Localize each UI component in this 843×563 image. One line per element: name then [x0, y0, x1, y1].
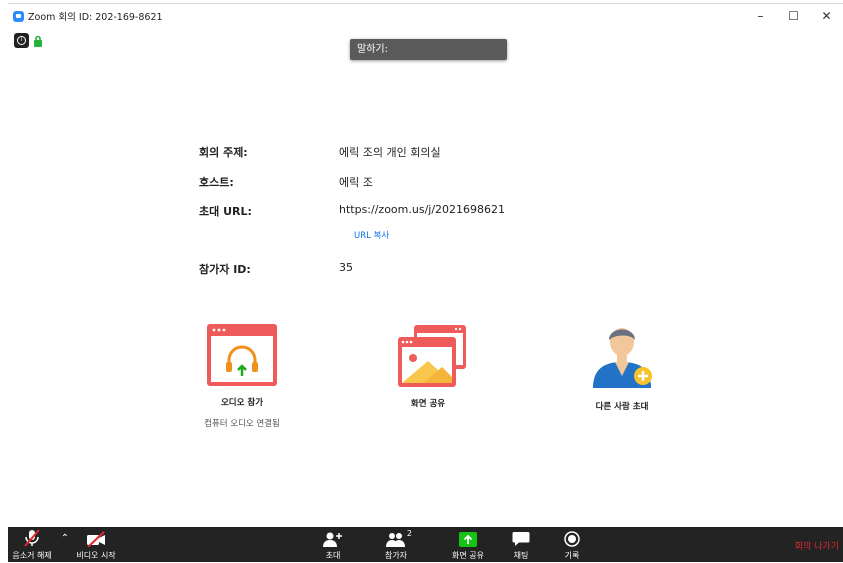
leave-meeting-button[interactable]: 회의 나가기: [795, 539, 839, 552]
invite-url-label: 초대 URL:: [199, 205, 252, 218]
lock-icon[interactable]: [33, 35, 43, 47]
join-audio-action[interactable]: 오디오 참가 컴퓨터 오디오 연결됨: [192, 322, 292, 429]
record-button[interactable]: 기록: [559, 527, 585, 562]
meeting-toolbar: 음소거 해제 ⌃ 비디오 시작 초대 2 참가자 화면 공유 채팅 기록 회의 …: [8, 527, 843, 562]
chat-bubble-icon: [512, 532, 530, 546]
unmute-label: 음소거 해제: [12, 551, 52, 560]
share-screen-action[interactable]: 화면 공유: [378, 323, 478, 409]
participant-id-value: 35: [339, 261, 353, 274]
participants-count-badge: 2: [406, 529, 412, 538]
minimize-button[interactable]: –: [744, 4, 777, 28]
invite-label: 초대: [325, 551, 341, 560]
start-video-button[interactable]: 비디오 시작: [74, 527, 118, 562]
invite-others-label: 다른 사람 초대: [595, 402, 649, 412]
host-label: 호스트:: [199, 176, 234, 189]
zoom-logo-icon: [13, 10, 24, 22]
participants-button[interactable]: 2 참가자: [378, 527, 414, 562]
chat-button[interactable]: 채팅: [508, 527, 534, 562]
invite-url-value: https://zoom.us/j/2021698621: [339, 203, 506, 216]
share-screen-button[interactable]: 화면 공유: [446, 527, 490, 562]
start-video-label: 비디오 시작: [76, 551, 116, 560]
invite-person-icon: [593, 328, 652, 388]
copy-url-link[interactable]: URL 복사: [354, 229, 389, 241]
maximize-button[interactable]: ☐: [777, 4, 810, 28]
topic-label: 회의 주제:: [199, 146, 248, 159]
topic-value: 에릭 조의 개인 회의실: [339, 146, 441, 159]
record-icon: [564, 531, 580, 547]
join-audio-label: 오디오 참가: [220, 398, 264, 408]
participant-id-label: 참가자 ID:: [199, 263, 251, 276]
meeting-status-icons: i: [14, 33, 43, 48]
share-arrow-icon: [459, 532, 477, 547]
audio-options-button[interactable]: ⌃: [58, 527, 72, 562]
host-value: 에릭 조: [339, 176, 373, 189]
headphones-icon: [207, 324, 277, 386]
speaking-indicator: 말하기:: [350, 39, 507, 60]
participants-icon: [386, 533, 405, 547]
video-off-icon: [87, 531, 105, 547]
chevron-up-icon: ⌃: [60, 533, 70, 544]
microphone-muted-icon: [24, 529, 40, 547]
invite-others-action[interactable]: 다른 사람 초대: [572, 320, 672, 412]
window-controls: – ☐ ✕: [744, 4, 843, 28]
chat-label: 채팅: [513, 551, 529, 560]
participants-label: 참가자: [384, 551, 408, 560]
add-person-icon: [323, 532, 342, 547]
share-screen-icon: [398, 325, 466, 387]
join-audio-status: 컴퓨터 오디오 연결됨: [204, 419, 280, 429]
share-screen-toolbar-label: 화면 공유: [452, 551, 484, 560]
zoom-window: Zoom 회의 ID: 202-169-8621 – ☐ ✕ i 말하기: 회의…: [8, 3, 843, 563]
invite-button[interactable]: 초대: [318, 527, 348, 562]
share-screen-label: 화면 공유: [410, 399, 446, 409]
meeting-info-icon[interactable]: i: [14, 33, 29, 48]
title-bar: Zoom 회의 ID: 202-169-8621 – ☐ ✕: [8, 4, 843, 28]
close-button[interactable]: ✕: [810, 4, 843, 28]
unmute-button[interactable]: 음소거 해제: [10, 527, 54, 562]
window-title: Zoom 회의 ID: 202-169-8621: [28, 12, 163, 23]
record-label: 기록: [564, 551, 580, 560]
